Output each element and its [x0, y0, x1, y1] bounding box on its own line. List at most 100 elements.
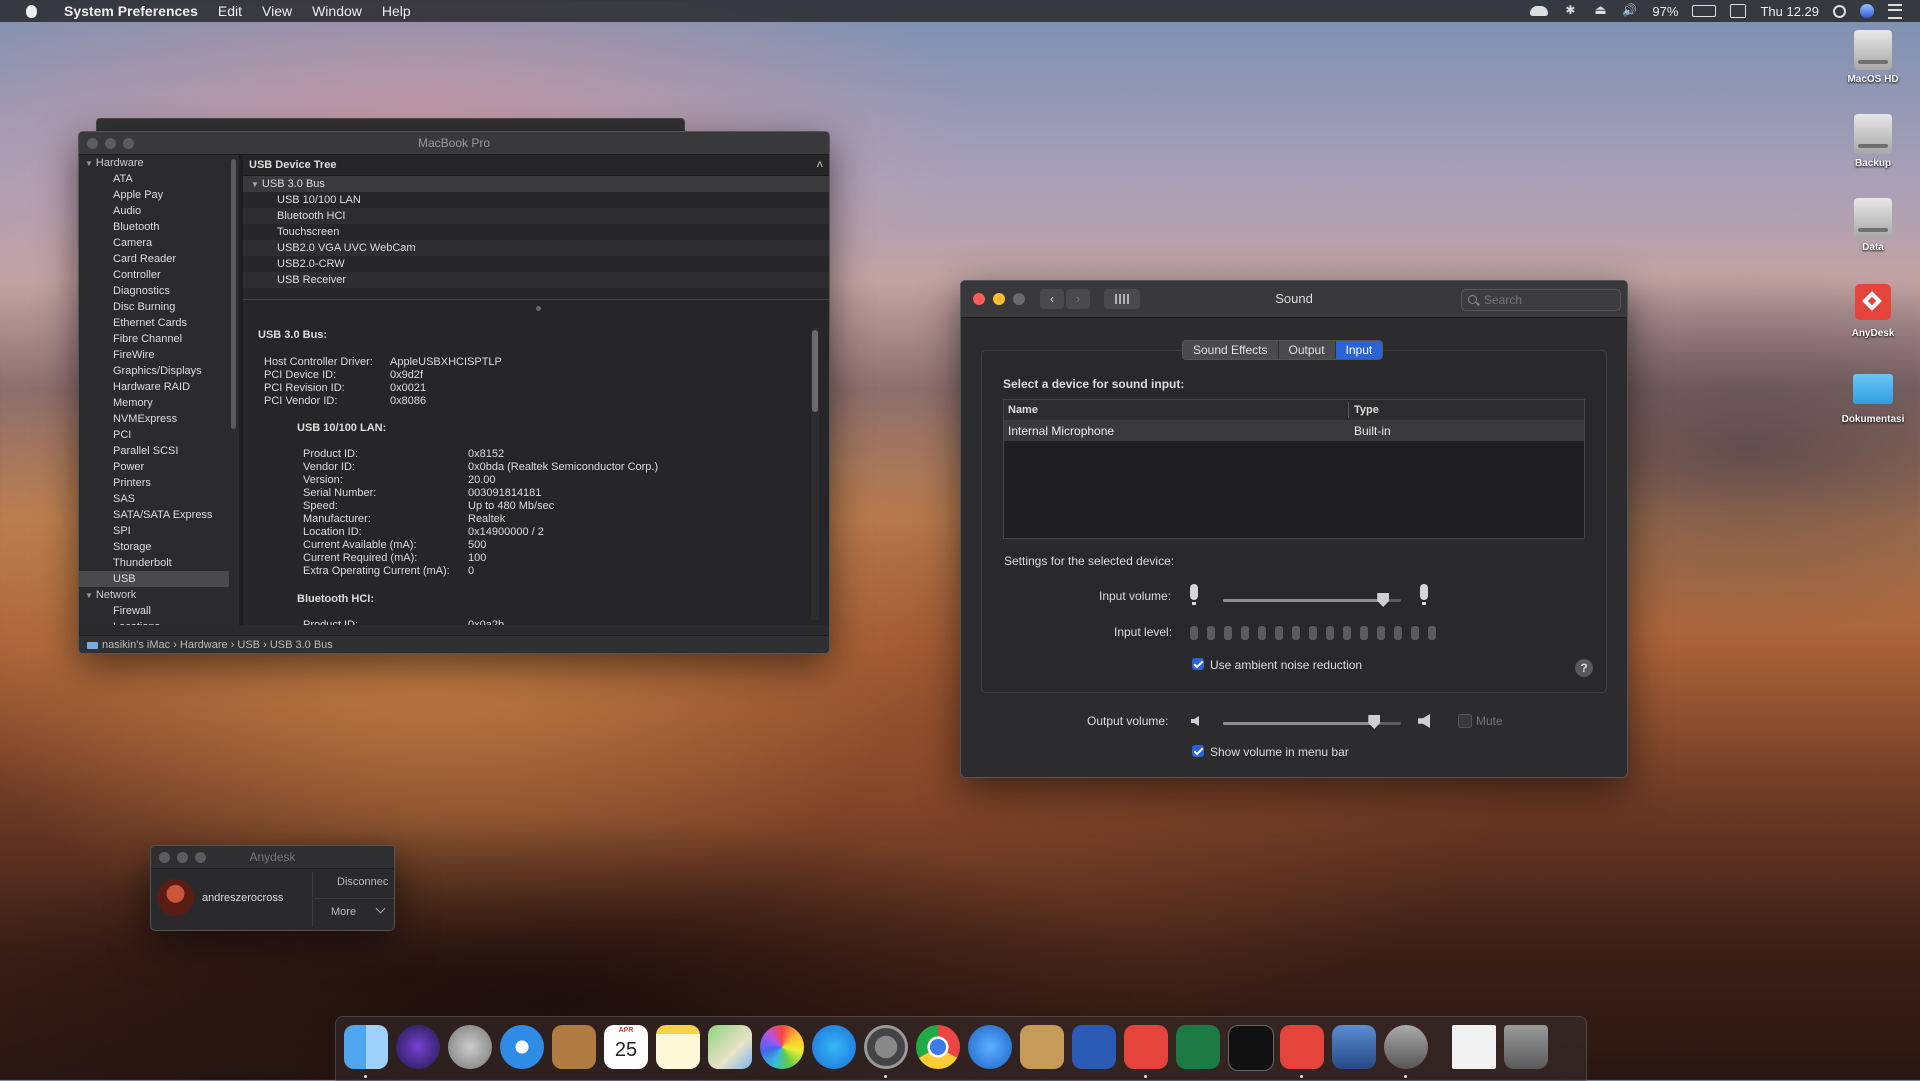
bluetooth-icon[interactable] [1562, 3, 1578, 18]
word-icon[interactable] [1072, 1025, 1116, 1069]
search-field[interactable] [1461, 289, 1621, 311]
sidebar-item[interactable]: Parallel SCSI [79, 443, 229, 459]
battery-icon[interactable] [1692, 5, 1717, 17]
sidebar-item[interactable]: SATA/SATA Express [79, 507, 229, 523]
column-type[interactable]: Type [1354, 400, 1379, 420]
anydesk-icon[interactable] [1280, 1025, 1324, 1069]
close-button[interactable] [159, 852, 170, 863]
calendar-icon[interactable]: APR 25 [604, 1025, 648, 1069]
menu-clock[interactable]: Thu 12.29 [1760, 4, 1819, 19]
app-store-icon[interactable] [812, 1025, 856, 1069]
desktop-icon-dokumentasi[interactable]: Dokumentasi [1828, 374, 1918, 425]
navigation-app-icon[interactable] [968, 1025, 1012, 1069]
sidebar-item[interactable]: Storage [79, 539, 229, 555]
menu-view[interactable]: View [252, 3, 302, 19]
sidebar-item[interactable]: NVMExpress [79, 411, 229, 427]
sound-titlebar[interactable]: ‹ › Sound [961, 281, 1627, 318]
show-volume-checkbox[interactable] [1192, 745, 1204, 757]
battery-percent[interactable]: 97% [1652, 4, 1678, 19]
menu-edit[interactable]: Edit [208, 3, 252, 19]
sidebar-item[interactable]: ATA [79, 171, 229, 187]
menu-window[interactable]: Window [302, 3, 372, 19]
minimize-button[interactable] [177, 852, 188, 863]
sidebar-item[interactable]: Memory [79, 395, 229, 411]
eject-icon[interactable] [1592, 2, 1608, 18]
sidebar-item[interactable]: Diagnostics [79, 283, 229, 299]
tab-output[interactable]: Output [1279, 341, 1336, 359]
zoom-button[interactable] [1013, 293, 1025, 305]
tree-header[interactable]: USB Device Tree [243, 155, 829, 176]
sidebar-item[interactable]: Bluetooth [79, 219, 229, 235]
sidebar-item[interactable]: Graphics/Displays [79, 363, 229, 379]
sidebar-item[interactable]: Disc Burning [79, 299, 229, 315]
contacts-icon[interactable] [552, 1025, 596, 1069]
excel-icon[interactable] [1176, 1025, 1220, 1069]
show-all-button[interactable] [1104, 289, 1140, 309]
photos-icon[interactable] [760, 1025, 804, 1069]
path-item[interactable]: Hardware [180, 639, 228, 651]
sidebar-item[interactable]: FireWire [79, 347, 229, 363]
forward-button[interactable]: › [1066, 289, 1090, 309]
sidebar-item[interactable]: Ethernet Cards [79, 315, 229, 331]
path-item[interactable]: nasikin's iMac [102, 639, 170, 651]
sidebar-item[interactable]: Audio [79, 203, 229, 219]
notes-icon[interactable] [656, 1025, 700, 1069]
network-utility-icon[interactable] [1332, 1025, 1376, 1069]
volume-icon[interactable] [1622, 3, 1638, 18]
disk-utility-icon[interactable] [1384, 1025, 1428, 1069]
sidebar-group-network[interactable]: Network [79, 587, 229, 603]
trash-icon[interactable] [1504, 1025, 1548, 1069]
ambient-noise-checkbox[interactable] [1192, 658, 1204, 670]
cloud-icon[interactable] [1530, 6, 1549, 16]
notification-center-icon[interactable] [1888, 3, 1902, 19]
sidebar-item[interactable]: Power [79, 459, 229, 475]
sidebar-item[interactable]: SAS [79, 491, 229, 507]
sidebar-item[interactable]: Locations [79, 619, 229, 625]
minimize-button[interactable] [105, 138, 116, 149]
sidebar-item[interactable]: Camera [79, 235, 229, 251]
minimize-button[interactable] [993, 293, 1005, 305]
close-button[interactable] [973, 293, 985, 305]
tree-row-device[interactable]: Touchscreen [243, 224, 829, 240]
sidebar-item[interactable]: Firewall [79, 603, 229, 619]
tab-sound-effects[interactable]: Sound Effects [1183, 341, 1279, 359]
anydesk-icon[interactable] [1124, 1025, 1168, 1069]
document-icon[interactable] [1452, 1025, 1496, 1069]
output-volume-thumb[interactable] [1368, 715, 1381, 729]
sidebar-item[interactable]: Card Reader [79, 251, 229, 267]
siri-icon[interactable] [396, 1025, 440, 1069]
desktop-icon-macos-hd[interactable]: MacOS HD [1828, 30, 1918, 85]
menu-help[interactable]: Help [372, 3, 421, 19]
sidebar-group-hardware[interactable]: Hardware [79, 155, 229, 171]
back-button[interactable]: ‹ [1040, 289, 1064, 309]
path-item[interactable]: USB 3.0 Bus [270, 639, 333, 651]
finder-icon[interactable] [344, 1025, 388, 1069]
safari-icon[interactable] [500, 1025, 544, 1069]
tree-row-device[interactable]: USB2.0 VGA UVC WebCam [243, 240, 829, 256]
sidebar-item[interactable]: Controller [79, 267, 229, 283]
help-button[interactable]: ? [1575, 659, 1593, 677]
tree-row-device[interactable]: USB 10/100 LAN [243, 192, 829, 208]
close-button[interactable] [87, 138, 98, 149]
tab-input[interactable]: Input [1335, 341, 1383, 359]
menu-app-name[interactable]: System Preferences [54, 3, 208, 19]
sidebar-item[interactable]: Hardware RAID [79, 379, 229, 395]
terminal-icon[interactable] [1228, 1025, 1274, 1071]
tree-row-device[interactable]: USB Receiver [243, 272, 829, 288]
system-preferences-icon[interactable] [864, 1025, 908, 1069]
chrome-icon[interactable] [916, 1025, 960, 1069]
sidebar-scrollbar[interactable] [229, 155, 239, 625]
sysinfo-titlebar[interactable]: MacBook Pro [79, 132, 829, 155]
detail-scrollbar[interactable] [811, 328, 819, 620]
sidebar-item[interactable]: USB [79, 571, 229, 587]
spotlight-search-icon[interactable] [1833, 4, 1846, 18]
desktop-icon-backup[interactable]: Backup [1828, 114, 1918, 169]
archive-utility-icon[interactable] [1020, 1025, 1064, 1069]
disconnect-button[interactable]: Disconnec [337, 876, 388, 888]
sidebar-item[interactable]: Thunderbolt [79, 555, 229, 571]
anydesk-titlebar[interactable]: Anydesk [151, 846, 394, 869]
mute-checkbox[interactable] [1458, 714, 1472, 728]
sidebar-item[interactable]: Apple Pay [79, 187, 229, 203]
sidebar-item[interactable]: Fibre Channel [79, 331, 229, 347]
maps-icon[interactable] [708, 1025, 752, 1069]
